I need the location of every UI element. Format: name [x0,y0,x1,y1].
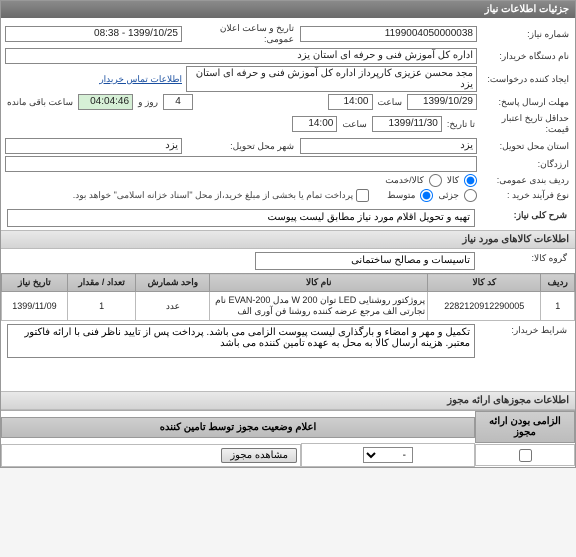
val-goods-group: تاسیسات و مصالح ساختمانی [255,252,475,270]
auth-section-head: اطلاعات مجوزهای ارائه مجوز [1,391,575,410]
val-requester: مجد محسن عزیزی کارپرداز اداره کل آموزش ف… [186,66,477,92]
lbl-purchase-type: نوع فرآیند خرید : [481,189,571,202]
val-delivery-prov: یزد [300,138,477,154]
th-code: کد کالا [428,274,541,292]
contact-link[interactable]: اطلاعات تماس خریدار [99,74,182,84]
auth-select[interactable]: - [363,447,413,463]
auth-select-cell: - [301,443,475,467]
val-buyer-org: اداره کل آموزش فنی و حرفه ای استان یزد [5,48,477,64]
lbl-goods-group: گروه کالا: [479,252,569,265]
th-unit: واحد شمارش [136,274,210,292]
pay-note: پرداخت تمام یا بخشی از مبلغ خرید،از محل … [73,190,353,201]
lbl-announce-dt: تاریخ و ساعت اعلان عمومی: [186,22,296,46]
val-buyer-conditions: تکمیل و مهر و امضاء و بارگذاری لیست پیوس… [7,324,475,358]
lbl-service: کالا/خدمت [383,174,426,187]
val-announce-dt: 1399/10/25 - 08:38 [5,26,182,42]
th-idx: ردیف [541,274,575,292]
lbl-suppliers: ارزدگان: [481,158,571,171]
form-grid: شماره نیاز: 1199004050000038 تاریخ و ساع… [1,18,575,206]
cell-idx: 1 [541,292,575,321]
goods-group-row: گروه کالا: تاسیسات و مصالح ساختمانی [1,249,575,273]
chk-treasury[interactable] [356,189,369,202]
cell-code: 2282120912290005 [428,292,541,321]
radio-medium[interactable] [420,189,433,202]
table-row: 1 2282120912290005 پروژکتور روشنایی LED … [2,292,575,321]
lbl-goods: کالا [445,174,461,187]
lbl-medium: متوسط [385,189,417,202]
auth-button-cell: مشاهده مجوز [1,444,301,467]
cell-date: 1399/11/09 [2,292,68,321]
radio-goods[interactable] [464,174,477,187]
lbl-buyer-org: نام دستگاه خریدار: [481,50,571,63]
th-date: تاریخ نیاز [2,274,68,292]
val-need-desc: تهیه و تحویل اقلام مورد نیاز مطابق لیست … [7,209,475,227]
lbl-delivery-city: شهر محل تحویل: [186,140,296,153]
auth-mandatory-cell [475,444,575,466]
val-suppliers [5,156,477,172]
lbl-day-and: روز و [136,96,160,109]
auth-announce-head: اعلام وضعیت مجوز توسط تامین کننده [1,417,475,438]
th-name: نام کالا [210,274,428,292]
lbl-delivery-prov: استان محل تحویل: [481,140,571,153]
cell-name: پروژکتور روشنایی LED توان W 200 مدل EVAN… [210,292,428,321]
radio-service[interactable] [429,174,442,187]
cell-unit: عدد [136,292,210,321]
chk-mandatory[interactable] [519,449,532,462]
buyer-conditions-row: شرایط خریدار: تکمیل و مهر و امضاء و بارگ… [1,321,575,361]
lbl-requester: ایجاد کننده درخواست: [481,73,571,86]
val-countdown-time: 04:04:46 [78,94,133,110]
th-qty: تعداد / مقدار [67,274,136,292]
val-price-valid-date: 1399/11/30 [372,116,442,132]
lbl-hour-2: ساعت [340,118,369,131]
lbl-buyer-conditions: شرایط خریدار: [479,324,569,337]
items-section-head: اطلاعات کالاهای مورد نیاز [1,230,575,249]
need-details-panel: جزئیات اطلاعات نیاز شماره نیاز: 11990040… [0,0,576,468]
lbl-budget-row: ردیف بندی عمومی: [481,174,571,187]
val-price-valid-time: 14:00 [292,116,337,132]
val-deadline-date: 1399/10/29 [407,94,477,110]
purchase-type-row: جزئی متوسط پرداخت تمام یا بخشی از مبلغ خ… [5,189,477,202]
auth-footer: الزامی بودن ارائه مجوز اعلام وضعیت مجوز … [1,410,575,467]
lbl-until: تا تاریخ: [445,118,477,131]
val-countdown-days: 4 [163,94,193,110]
items-header-row: ردیف کد کالا نام کالا واحد شمارش تعداد /… [2,274,575,292]
lbl-small: جزئی [436,189,461,202]
cell-qty: 1 [67,292,136,321]
auth-mandatory-head: الزامی بودن ارائه مجوز [475,411,575,443]
val-delivery-city: یزد [5,138,182,154]
items-table: ردیف کد کالا نام کالا واحد شمارش تعداد /… [1,273,575,321]
lbl-need-desc: شرح کلی نیاز: [479,209,569,222]
lbl-time-left: ساعت باقی مانده [5,96,75,109]
lbl-price-valid: حداقل تاریخ اعتبار قیمت: [481,112,571,136]
goods-service-radios: کالا کالا/خدمت [5,174,477,187]
val-need-no: 1199004050000038 [300,26,477,42]
lbl-need-no: شماره نیاز: [481,28,571,41]
view-license-button[interactable]: مشاهده مجوز [221,448,297,463]
need-desc-row: شرح کلی نیاز: تهیه و تحویل اقلام مورد نی… [1,206,575,230]
radio-small[interactable] [464,189,477,202]
val-deadline-time: 14:00 [328,94,373,110]
lbl-deadline: مهلت ارسال پاسخ: [481,96,571,109]
panel-title: جزئیات اطلاعات نیاز [1,1,575,18]
lbl-hour-1: ساعت [376,96,405,109]
